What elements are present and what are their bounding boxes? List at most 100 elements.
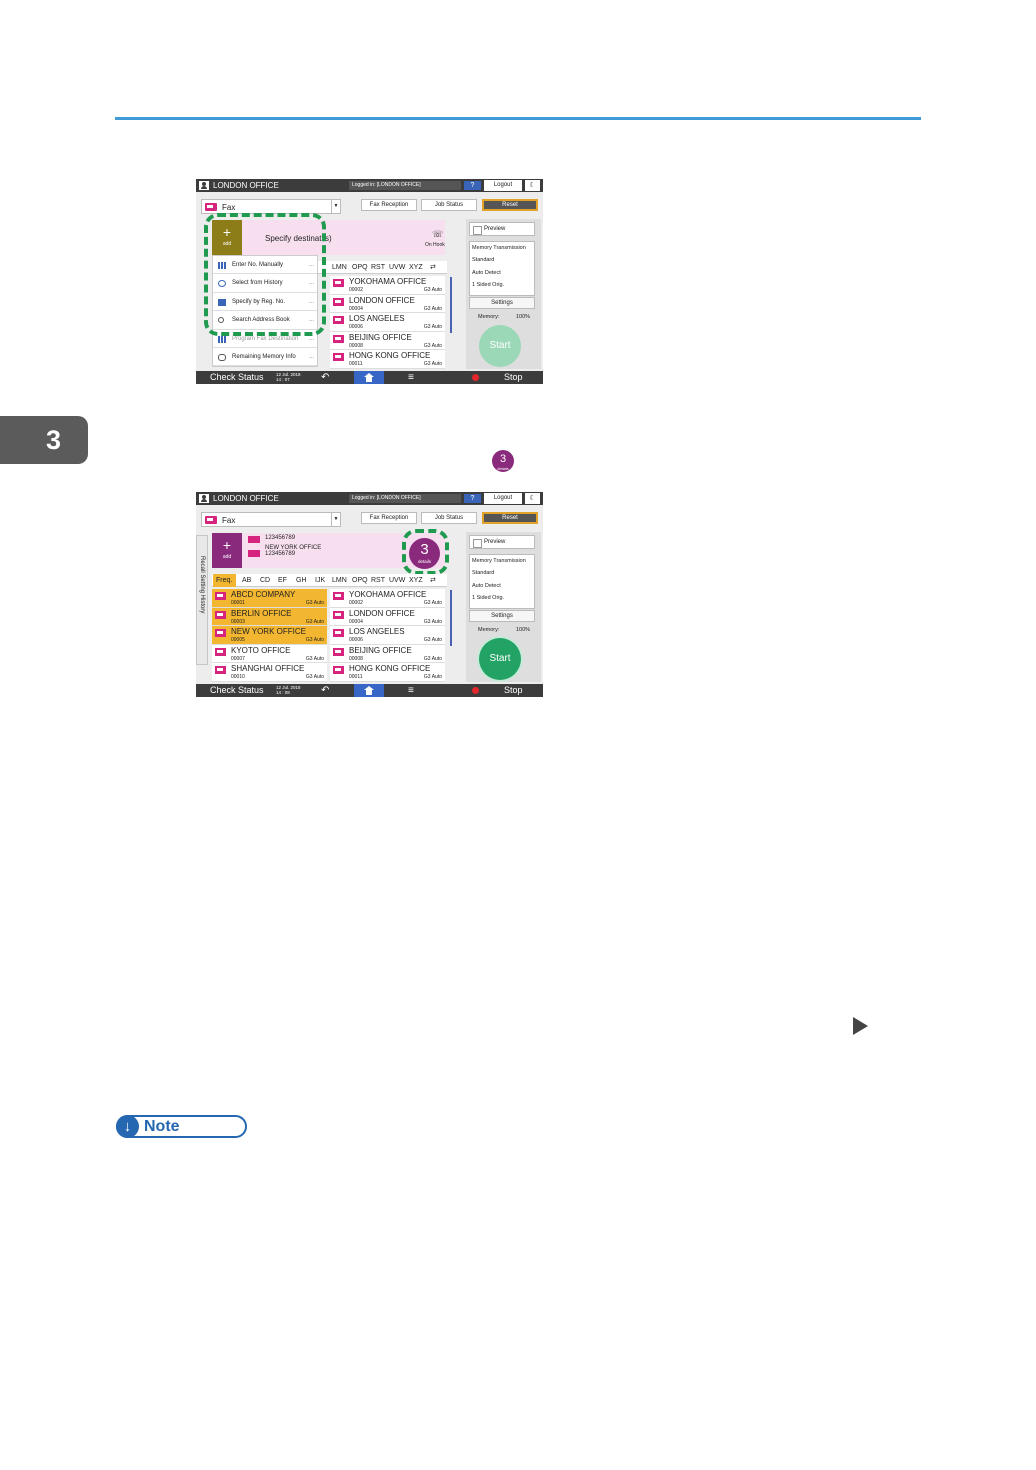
list-item[interactable]: NEW YORK OFFICE 00005 G3 Auto	[212, 626, 327, 645]
menu-item-memory-info[interactable]: Remaining Memory Info...	[213, 348, 317, 367]
entry-name: LONDON OFFICE	[349, 295, 415, 305]
fax-icon	[215, 592, 226, 600]
settings-summary[interactable]: Memory Transmission Standard Auto Detect…	[469, 241, 535, 296]
swap-icon[interactable]: ⇄	[430, 261, 436, 274]
list-item[interactable]: SHANGHAI OFFICE 00010 G3 Auto	[212, 663, 327, 682]
start-button[interactable]: Start	[479, 325, 521, 367]
list-item[interactable]: YOKOHAMA OFFICE 00002 G3 Auto	[330, 589, 445, 608]
swap-icon[interactable]: ⇄	[430, 574, 436, 587]
tab-ijk[interactable]: IJK	[315, 574, 325, 587]
logout-button[interactable]: Logout	[484, 493, 522, 504]
highlight-frame	[204, 213, 326, 336]
entry-number: 00005	[231, 637, 245, 644]
list-item[interactable]: LONDON OFFICE 00004 G3 Auto	[330, 607, 445, 627]
back-icon[interactable]: ↶	[321, 684, 329, 697]
list-item[interactable]: BEIJING OFFICE 00008 G3 Auto	[330, 644, 445, 664]
list-item[interactable]: YOKOHAMA OFFICE 00002 G3 Auto	[330, 276, 445, 295]
header-rule	[115, 117, 921, 120]
list-item[interactable]: LONDON OFFICE 00004 G3 Auto	[330, 294, 445, 314]
fax-reception-button[interactable]: Fax Reception	[361, 199, 417, 211]
settings-button[interactable]: Settings	[469, 610, 535, 622]
list-item[interactable]: ABCD COMPANY 00001 G3 Auto	[212, 589, 327, 608]
entry-mode: G3 Auto	[423, 324, 442, 331]
check-status-button[interactable]: Check Status	[210, 685, 264, 695]
entry-number: 00010	[231, 674, 245, 681]
fax-reception-button[interactable]: Fax Reception	[361, 512, 417, 524]
logout-button[interactable]: Logout	[484, 180, 522, 191]
list-item[interactable]: LOS ANGELES 00006 G3 Auto	[330, 626, 445, 645]
menu-icon[interactable]: ≡	[408, 684, 414, 697]
setting-line: 1 Sided Orig.	[472, 595, 505, 601]
fax-icon	[205, 516, 217, 524]
tab-opq[interactable]: OPQ	[352, 261, 368, 274]
tab-freq[interactable]: Freq.	[213, 574, 236, 587]
scrollbar[interactable]	[450, 590, 452, 646]
scrollbar[interactable]	[450, 277, 452, 333]
fax-icon	[333, 297, 344, 306]
add-destination-button[interactable]: + add	[212, 533, 242, 568]
recall-history-tab[interactable]: Recall Setting History	[196, 535, 208, 665]
entry-name: HONG KONG OFFICE	[349, 351, 431, 361]
home-icon[interactable]	[354, 684, 384, 697]
start-button[interactable]: Start	[479, 638, 521, 680]
phone-icon[interactable]: ☏	[432, 229, 443, 240]
tab-xyz[interactable]: XYZ	[409, 261, 423, 274]
list-item[interactable]: HONG KONG OFFICE 00011 G3 Auto	[330, 663, 445, 682]
settings-button[interactable]: Settings	[469, 297, 535, 309]
check-status-button[interactable]: Check Status	[210, 372, 264, 382]
list-item[interactable]: KYOTO OFFICE 00007 G3 Auto	[212, 644, 327, 664]
menu-icon[interactable]: ≡	[408, 371, 414, 384]
job-status-button[interactable]: Job Status	[421, 512, 477, 524]
selected-destination[interactable]: NEW YORK OFFICE 123456789	[245, 545, 321, 565]
tab-cd[interactable]: CD	[260, 574, 270, 587]
settings-summary[interactable]: Memory Transmission Standard Auto Detect…	[469, 554, 535, 609]
entry-mode: G3 Auto	[423, 674, 442, 681]
fax-icon	[215, 629, 226, 638]
list-item[interactable]: HONG KONG OFFICE 00011 G3 Auto	[330, 350, 445, 369]
chapter-number: 3	[46, 424, 62, 455]
tab-uvw[interactable]: UVW	[389, 574, 405, 587]
entry-name: HONG KONG OFFICE	[349, 664, 431, 674]
entry-name: YOKOHAMA OFFICE	[349, 277, 427, 286]
app-select-label: Fax	[222, 203, 236, 212]
help-button[interactable]: ?	[464, 494, 481, 503]
tab-opq[interactable]: OPQ	[352, 574, 368, 587]
tab-rst[interactable]: RST	[371, 261, 385, 274]
tab-gh[interactable]: GH	[296, 574, 307, 587]
selected-destination[interactable]: 123456789	[245, 535, 321, 545]
tab-xyz[interactable]: XYZ	[409, 574, 423, 587]
tab-ab[interactable]: AB	[242, 574, 251, 587]
reset-button[interactable]: Reset	[482, 512, 538, 524]
list-item[interactable]: LOS ANGELES 00006 G3 Auto	[330, 313, 445, 332]
tab-uvw[interactable]: UVW	[389, 261, 405, 274]
destination-column-left: ABCD COMPANY 00001 G3 Auto BERLIN OFFICE 00…	[212, 589, 327, 682]
energy-saver-icon[interactable]: ☾	[525, 180, 540, 191]
list-item[interactable]: BERLIN OFFICE 00003 G3 Auto	[212, 607, 327, 627]
home-icon[interactable]	[354, 371, 384, 384]
tab-lmn[interactable]: LMN	[332, 574, 347, 587]
help-button[interactable]: ?	[464, 181, 481, 190]
reset-button[interactable]: Reset	[482, 199, 538, 211]
tab-ef[interactable]: EF	[278, 574, 287, 587]
time: 14 : 08	[276, 690, 290, 695]
app-select[interactable]: Fax ▼	[201, 199, 341, 214]
app-select[interactable]: Fax ▼	[201, 512, 341, 527]
tab-lmn[interactable]: LMN	[332, 261, 347, 274]
stop-button[interactable]: Stop	[504, 685, 523, 695]
preview-checkbox[interactable]: Preview	[469, 535, 535, 549]
fax-icon	[333, 279, 344, 287]
bottom-bar: Check Status 12 Jul. 2018 14 : 07 ↶ ≡ Sto…	[196, 371, 543, 384]
stop-button[interactable]: Stop	[504, 372, 523, 382]
arrow-down-icon: ↓	[116, 1115, 139, 1138]
job-status-button[interactable]: Job Status	[421, 199, 477, 211]
memory-label: Memory:	[478, 314, 500, 320]
stop-icon	[472, 374, 479, 381]
tab-rst[interactable]: RST	[371, 574, 385, 587]
setting-line: Standard	[472, 257, 495, 263]
list-item[interactable]: BEIJING OFFICE 00008 G3 Auto	[330, 331, 445, 351]
specify-destination-tail: s)	[325, 234, 332, 243]
preview-checkbox[interactable]: Preview	[469, 222, 535, 236]
back-icon[interactable]: ↶	[321, 371, 329, 384]
badge-number: 3	[499, 453, 507, 465]
energy-saver-icon[interactable]: ☾	[525, 493, 540, 504]
